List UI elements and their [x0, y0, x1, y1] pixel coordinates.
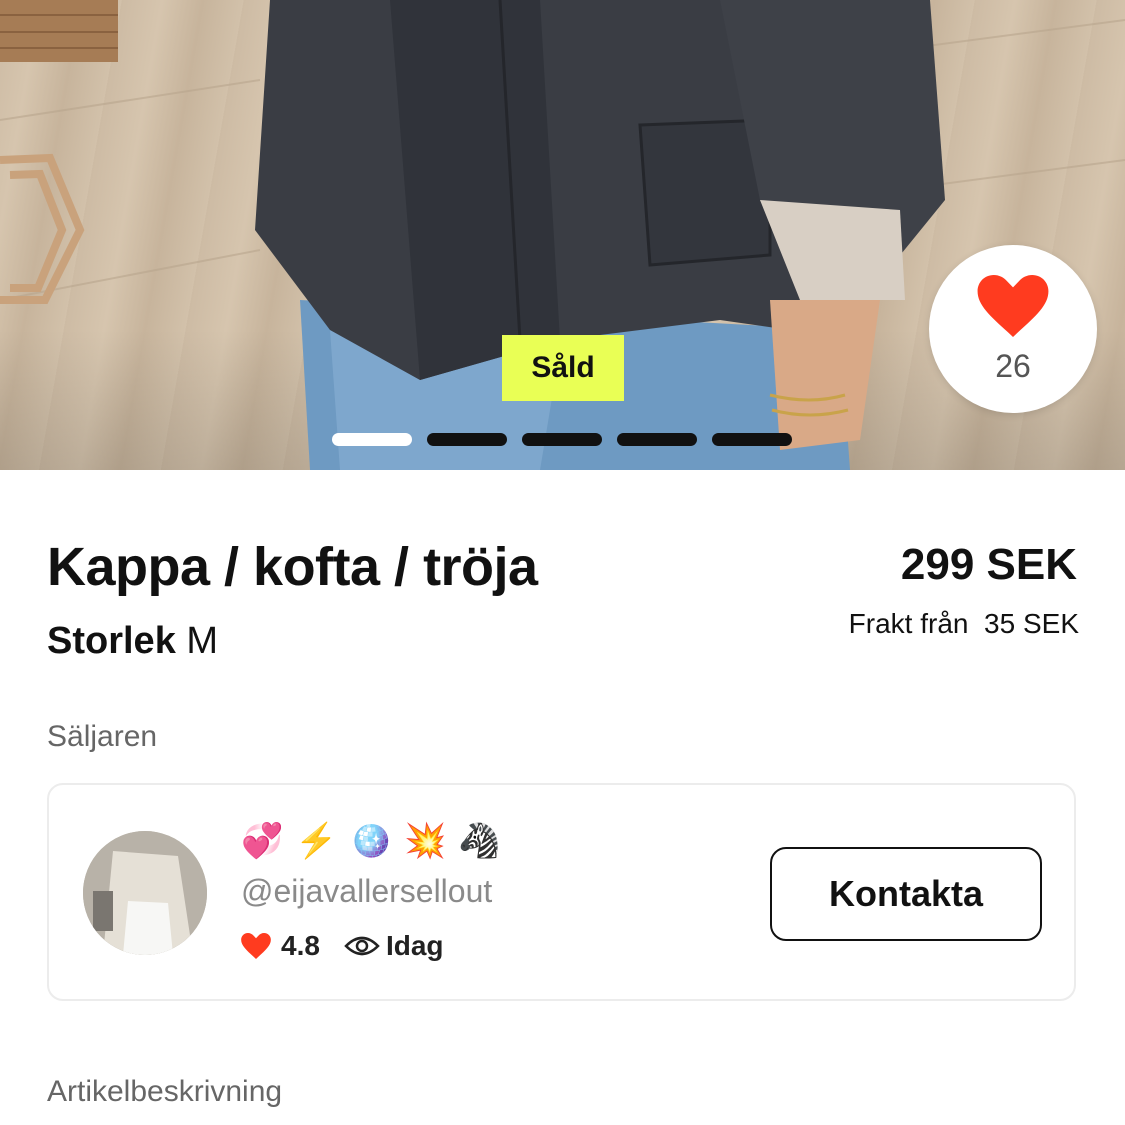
carousel-indicator[interactable] — [332, 433, 792, 446]
listing-title: Kappa / kofta / tröja — [47, 537, 538, 597]
sold-badge: Såld — [502, 335, 624, 401]
carousel-dot-1[interactable] — [332, 433, 412, 446]
seller-badges: 💞 ⚡ 🪩 💥 🦓 — [241, 821, 501, 861]
like-count: 26 — [995, 348, 1031, 384]
carousel-dot-3[interactable] — [522, 433, 602, 446]
seller-card[interactable]: 💞 ⚡ 🪩 💥 🦓 @eijavallersellout 4.8 Idag Ko… — [47, 783, 1076, 1001]
carousel-dot-4[interactable] — [617, 433, 697, 446]
like-button[interactable]: 26 — [929, 245, 1097, 413]
badge-emoji-1: 💞 — [241, 822, 284, 860]
badge-emoji-5: 🦓 — [458, 822, 501, 860]
avatar-image — [83, 831, 207, 955]
seller-last-seen: Idag — [385, 930, 444, 961]
seller-rating: 4.8 — [281, 930, 320, 961]
carousel-dot-5[interactable] — [712, 433, 792, 446]
seller-section-label: Säljaren — [47, 720, 158, 753]
size-label: Storlek — [47, 620, 176, 662]
seller-username[interactable]: @eijavallersellout — [241, 873, 492, 910]
badge-emoji-2: ⚡ — [295, 822, 338, 860]
price: 299 SEK — [900, 540, 1077, 589]
heart-icon — [977, 275, 1049, 337]
avatar[interactable] — [83, 831, 207, 955]
eye-icon — [344, 936, 380, 956]
contact-button[interactable]: Kontakta — [770, 847, 1042, 941]
product-photo[interactable]: Såld 26 — [0, 0, 1125, 470]
carousel-dot-2[interactable] — [427, 433, 507, 446]
heart-icon — [241, 933, 271, 959]
badge-emoji-3: 🪩 — [349, 822, 393, 860]
size-info: Storlek M — [47, 620, 218, 663]
seller-stats: 4.8 Idag — [241, 930, 444, 962]
badge-emoji-4: 💥 — [404, 822, 447, 860]
size-value: M — [186, 620, 219, 662]
description-section-label: Artikelbeskrivning — [47, 1075, 283, 1108]
shipping-price: Frakt från 35 SEK — [848, 608, 1079, 639]
